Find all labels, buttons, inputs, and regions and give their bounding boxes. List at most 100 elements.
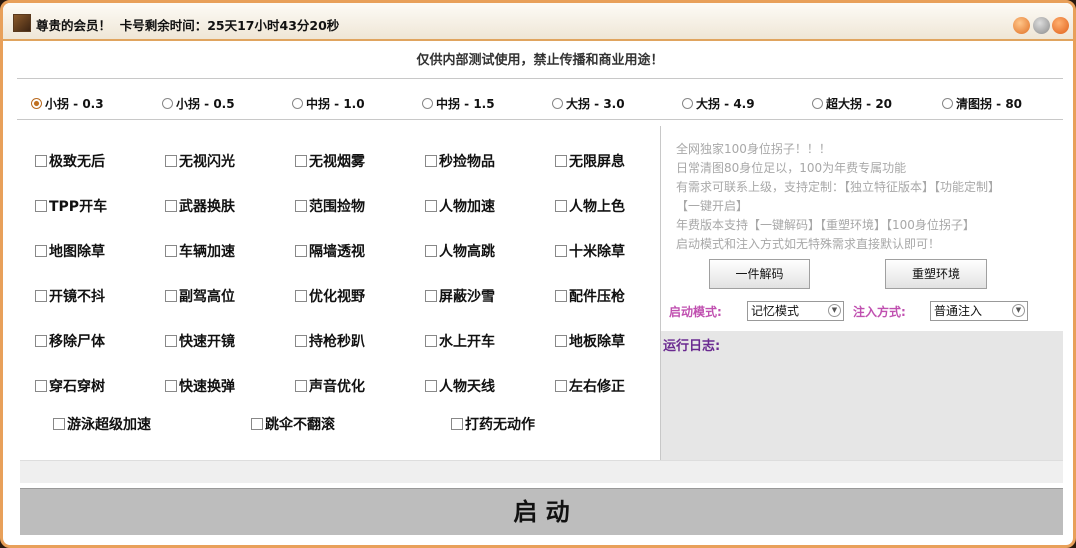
run-log-label: 运行日志: [663,339,721,354]
feature-checkbox[interactable]: 无限屏息 [555,151,625,171]
checkbox-icon[interactable] [35,290,47,302]
reshape-env-button[interactable]: 重塑环境 [885,259,987,289]
inject-mode-select[interactable]: 普通注入 ▼ [930,301,1028,321]
feature-checkbox[interactable]: 十米除草 [555,241,625,261]
start-button[interactable]: 启 动 [20,488,1063,535]
feature-checkbox[interactable]: 快速换弹 [165,376,235,396]
feature-checkbox[interactable]: 快速开镜 [165,331,235,351]
radio-icon[interactable] [422,98,433,109]
feature-checkbox[interactable]: 地板除草 [555,331,625,351]
checkbox-icon[interactable] [425,335,437,347]
checkbox-icon[interactable] [555,290,567,302]
checkbox-icon[interactable] [295,245,307,257]
feature-checkbox[interactable]: 范围捡物 [295,196,365,216]
feature-checkbox[interactable]: 游泳超级加速 [53,414,151,434]
radio-icon[interactable] [31,98,42,109]
info-text: 全网独家100身位拐子！！！ 日常清图80身位足以，100为年费专属功能 有需求… [676,142,1001,251]
checkbox-icon[interactable] [425,200,437,212]
checkbox-icon[interactable] [555,245,567,257]
checkbox-icon[interactable] [35,380,47,392]
checkbox-icon[interactable] [165,200,177,212]
checkbox-icon[interactable] [165,380,177,392]
mode-radio-4[interactable]: 大拐 - 3.0 [552,95,625,112]
mode-radio-5[interactable]: 大拐 - 4.9 [682,95,755,112]
maximize-button[interactable] [1033,17,1050,34]
minimize-button[interactable] [1013,17,1030,34]
checkbox-icon[interactable] [451,418,463,430]
feature-checkbox[interactable]: 配件压枪 [555,286,625,306]
checkbox-icon[interactable] [165,245,177,257]
radio-icon[interactable] [292,98,303,109]
feature-checkbox[interactable]: 极致无后 [35,151,105,171]
feature-checkbox[interactable]: 移除尸体 [35,331,105,351]
feature-checkbox[interactable]: 武器换肤 [165,196,235,216]
checkbox-icon[interactable] [295,200,307,212]
feature-checkbox[interactable]: 隔墙透视 [295,241,365,261]
checkbox-icon[interactable] [425,245,437,257]
mode-radio-6[interactable]: 超大拐 - 20 [812,95,892,112]
feature-checkbox[interactable]: 声音优化 [295,376,365,396]
feature-checkbox[interactable]: 屏蔽沙雪 [425,286,495,306]
run-log-area[interactable]: 运行日志: [661,331,1063,460]
feature-checkbox[interactable]: 水上开车 [425,331,495,351]
feature-checkbox[interactable]: 秒捡物品 [425,151,495,171]
feature-checkbox[interactable]: 车辆加速 [165,241,235,261]
radio-icon[interactable] [552,98,563,109]
feature-checkbox[interactable]: 跳伞不翻滚 [251,414,335,434]
feature-checkbox[interactable]: 持枪秒趴 [295,331,365,351]
checkbox-icon[interactable] [165,155,177,167]
checkbox-icon[interactable] [35,245,47,257]
feature-checkbox[interactable]: 穿石穿树 [35,376,105,396]
feature-checkbox[interactable]: 无视闪光 [165,151,235,171]
checkbox-icon[interactable] [555,335,567,347]
feature-checkbox[interactable]: 人物高跳 [425,241,495,261]
notice-banner: 仅供内部测试使用，禁止传播和商业用途！ [17,46,1063,79]
feature-checkbox[interactable]: 副驾高位 [165,286,235,306]
mode-radio-0[interactable]: 小拐 - 0.3 [31,95,104,112]
checkbox-icon[interactable] [35,200,47,212]
checkbox-icon[interactable] [425,155,437,167]
feature-checkbox[interactable]: 人物加速 [425,196,495,216]
mode-radio-2[interactable]: 中拐 - 1.0 [292,95,365,112]
title-bar: 尊贵的会员！ 卡号剩余时间：25天17小时43分20秒 [3,3,1073,41]
feature-checkbox[interactable]: 无视烟雾 [295,151,365,171]
feature-checkbox[interactable]: 优化视野 [295,286,365,306]
checkbox-icon[interactable] [555,380,567,392]
checkbox-icon[interactable] [295,335,307,347]
checkbox-icon[interactable] [295,155,307,167]
chevron-down-icon[interactable]: ▼ [1012,304,1025,317]
feature-checkbox[interactable]: 开镜不抖 [35,286,105,306]
checkbox-icon[interactable] [35,155,47,167]
radio-icon[interactable] [812,98,823,109]
app-icon [13,14,31,32]
radio-icon[interactable] [162,98,173,109]
close-button[interactable] [1052,17,1069,34]
feature-checkbox[interactable]: TPP开车 [35,196,107,216]
radio-icon[interactable] [942,98,953,109]
checkbox-icon[interactable] [295,380,307,392]
status-strip [20,460,1063,483]
feature-checkbox[interactable]: 地图除草 [35,241,105,261]
checkbox-icon[interactable] [425,380,437,392]
radio-icon[interactable] [682,98,693,109]
mode-radio-group: 小拐 - 0.3 小拐 - 0.5 中拐 - 1.0 中拐 - 1.5 大拐 -… [17,87,1063,120]
mode-radio-3[interactable]: 中拐 - 1.5 [422,95,495,112]
mode-radio-1[interactable]: 小拐 - 0.5 [162,95,235,112]
checkbox-icon[interactable] [165,335,177,347]
mode-radio-7[interactable]: 清图拐 - 80 [942,95,1022,112]
startup-mode-select[interactable]: 记忆模式 ▼ [747,301,844,321]
checkbox-icon[interactable] [53,418,65,430]
checkbox-icon[interactable] [165,290,177,302]
feature-checkbox[interactable]: 左右修正 [555,376,625,396]
decode-button[interactable]: 一件解码 [709,259,810,289]
checkbox-icon[interactable] [251,418,263,430]
checkbox-icon[interactable] [425,290,437,302]
feature-checkbox[interactable]: 人物天线 [425,376,495,396]
checkbox-icon[interactable] [555,200,567,212]
checkbox-icon[interactable] [35,335,47,347]
feature-checkbox[interactable]: 打药无动作 [451,414,535,434]
checkbox-icon[interactable] [555,155,567,167]
chevron-down-icon[interactable]: ▼ [828,304,841,317]
feature-checkbox[interactable]: 人物上色 [555,196,625,216]
checkbox-icon[interactable] [295,290,307,302]
